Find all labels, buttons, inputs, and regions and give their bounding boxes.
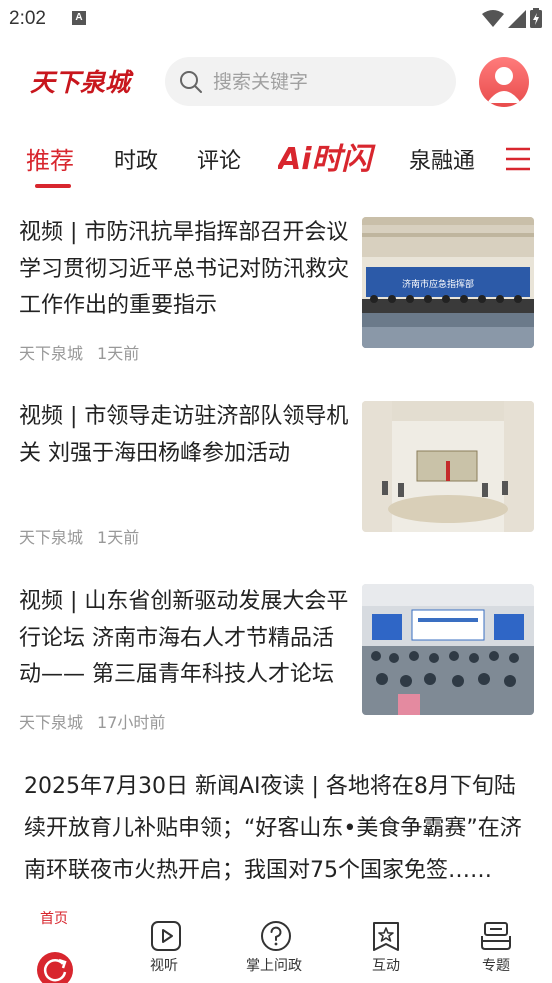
article-thumbnail[interactable] [362,401,534,532]
logo-graphic: 天下泉城 [30,68,134,97]
bottom-nav: 首页 视听 掌上问政 互动 专题 [0,900,552,983]
article-title[interactable]: 视频 | 山东省创新驱动发展大会平行论坛 济南市海右人才节精品活动—— 第三届青… [19,584,349,694]
menu-icon[interactable] [505,146,531,172]
nav-topics[interactable]: 专题 [462,900,534,983]
article-item[interactable]: 视频 | 山东省创新驱动发展大会平行论坛 济南市海右人才节精品活动—— 第三届青… [0,584,552,744]
stack-icon [481,922,511,950]
svg-text:Ai时闪: Ai时闪 [278,142,377,177]
article-title[interactable]: 视频 | 市领导走访驻济部队领导机关 刘强于海田杨峰参加活动 [19,399,349,472]
article-source: 天下泉城 [19,528,84,547]
meeting-room-photo [362,401,534,532]
nav-interact[interactable]: 互动 [352,900,424,983]
article-time: 17小时前 [97,713,166,732]
app-logo[interactable]: 天下泉城 [28,62,136,102]
signal-icon [508,10,526,28]
nav-video[interactable]: 视听 [130,900,202,983]
article-item[interactable]: 视频 | 市防汛抗旱指挥部召开会议学习贯彻习近平总书记对防汛救灾工作作出的重要指… [0,215,552,375]
play-icon [151,921,181,951]
article-thumbnail[interactable]: 济南市应急指挥部 [362,217,534,348]
article-meta: 天下泉城 17小时前 [19,709,165,733]
tabs-fade [470,140,490,180]
nav-home-label: 首页 [40,911,68,927]
status-time: 2:02 [9,8,46,29]
article-time: 1天前 [97,344,140,363]
article-meta: 天下泉城 1天前 [19,524,139,548]
notification-icon: A [72,11,86,25]
forum-photo [362,584,534,715]
tab-comment[interactable]: 评论 [197,143,241,175]
svg-text:天下泉城: 天下泉城 [30,68,134,97]
status-indicators [482,8,542,28]
nav-home[interactable]: 首页 [0,900,110,983]
tab-recommend[interactable]: 推荐 [26,141,74,176]
status-bar: 2:02 A [0,0,552,38]
article-meta: 天下泉城 1天前 [19,340,139,364]
article-item[interactable]: 视频 | 市领导走访驻济部队领导机关 刘强于海田杨峰参加活动 天下泉城 1天前 [0,399,552,559]
battery-icon [530,8,542,28]
wifi-icon [482,10,504,27]
nav-interact-label: 互动 [372,958,400,974]
article-source: 天下泉城 [19,713,84,732]
star-bookmark-icon [373,922,399,951]
search-input[interactable] [213,57,443,106]
question-icon [261,921,291,951]
active-tab-indicator [35,184,71,188]
ai-flash-logo: Ai时闪 [276,142,377,177]
tab-ai-flash[interactable]: Ai时闪 [276,138,378,178]
article-thumbnail[interactable] [362,584,534,715]
svg-text:济南市应急指挥部: 济南市应急指挥部 [402,278,474,290]
search-bar[interactable] [165,57,456,106]
article-time: 1天前 [97,528,140,547]
tab-politics[interactable]: 时政 [114,143,158,175]
user-icon [487,67,521,103]
night-read-article[interactable]: 2025年7月30日 新闻AI夜读 | 各地将在8月下旬陆续开放育儿补贴申领；“… [24,766,534,892]
user-avatar[interactable] [479,57,529,107]
home-refresh-icon [37,952,73,983]
meeting-photo: 济南市应急指挥部 [362,217,534,348]
article-source: 天下泉城 [19,344,84,363]
nav-inquiry-label: 掌上问政 [246,958,302,974]
search-icon [180,71,202,93]
tab-quanrongtong[interactable]: 泉融通 [409,143,475,175]
nav-inquiry[interactable]: 掌上问政 [240,900,312,983]
article-title[interactable]: 视频 | 市防汛抗旱指挥部召开会议学习贯彻习近平总书记对防汛救灾工作作出的重要指… [19,215,349,325]
nav-video-label: 视听 [150,958,178,974]
nav-topics-label: 专题 [482,958,510,974]
